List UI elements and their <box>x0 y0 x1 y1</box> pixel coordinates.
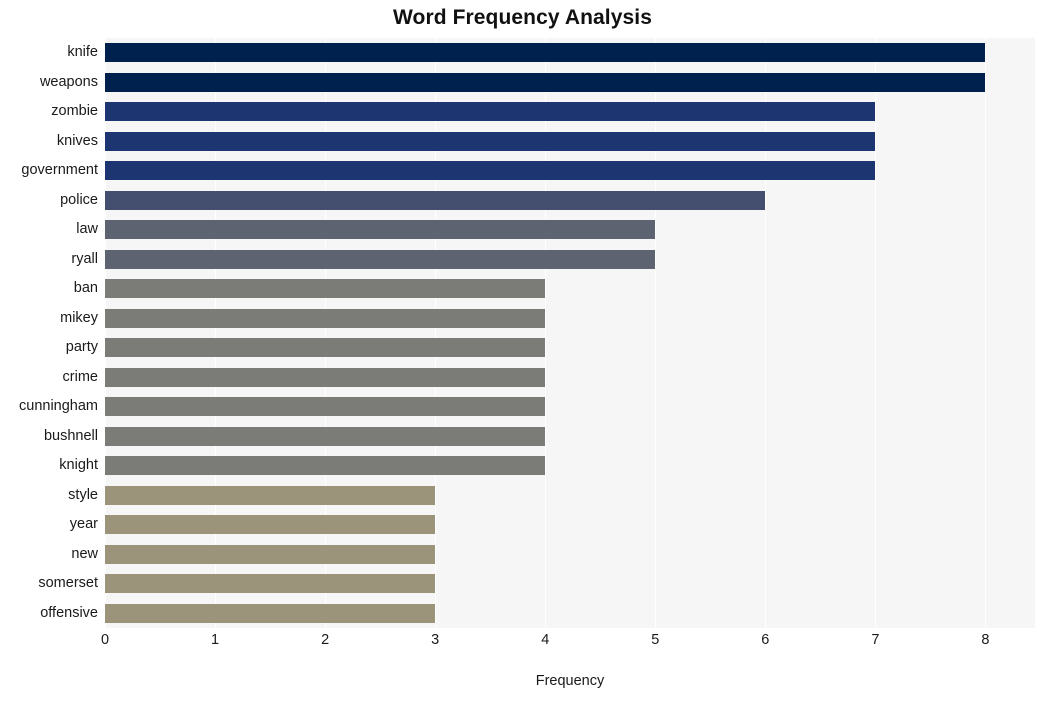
y-axis-label-year: year <box>69 516 98 533</box>
y-axis-label-mikey: mikey <box>60 309 98 326</box>
bar-cunningham[interactable] <box>105 397 546 417</box>
bar-somerset[interactable] <box>105 574 436 594</box>
bar-ban[interactable] <box>105 279 546 299</box>
y-axis-label-knight: knight <box>59 457 98 474</box>
bar-mikey[interactable] <box>105 308 546 328</box>
y-axis-label-knives: knives <box>56 132 98 149</box>
chart-title: Word Frequency Analysis <box>392 6 653 29</box>
plot-area <box>105 38 1035 628</box>
y-axis-label-ban: ban <box>73 280 98 297</box>
x-axis-tick-5: 5 <box>651 632 660 648</box>
y-axis-label-style: style <box>68 486 98 503</box>
bar-ryall[interactable] <box>105 249 656 269</box>
x-axis-tick-3: 3 <box>431 632 440 648</box>
bar-weapons[interactable] <box>105 72 986 92</box>
y-axis-label-bushnell: bushnell <box>43 427 98 444</box>
y-axis-label-government: government <box>21 162 98 179</box>
bar-government[interactable] <box>105 161 876 181</box>
bar-knight[interactable] <box>105 456 546 476</box>
y-axis-label-ryall: ryall <box>71 250 98 267</box>
chart-figure: Word Frequency Analysis knife weapons zomb… <box>0 0 1045 701</box>
y-axis-label-police: police <box>60 191 98 208</box>
bars-layer <box>105 38 1035 628</box>
bar-year[interactable] <box>105 515 436 535</box>
y-axis-label-weapons: weapons <box>39 73 98 90</box>
bar-knives[interactable] <box>105 131 876 151</box>
y-axis-labels: knife weapons zombie knives government police… <box>0 38 98 628</box>
x-axis-tick-6: 6 <box>761 632 770 648</box>
y-axis-label-offensive: offensive <box>40 604 98 621</box>
y-axis-label-law: law <box>76 221 98 238</box>
bar-police[interactable] <box>105 190 766 210</box>
bar-party[interactable] <box>105 338 546 358</box>
x-axis-tick-1: 1 <box>211 632 220 648</box>
bar-new[interactable] <box>105 544 436 564</box>
y-axis-label-crime: crime <box>62 368 98 385</box>
bar-bushnell[interactable] <box>105 426 546 446</box>
x-axis-tick-0: 0 <box>100 632 110 648</box>
bar-knife[interactable] <box>105 43 986 63</box>
bar-crime[interactable] <box>105 367 546 387</box>
x-axis-tick-labels: 0 1 2 3 4 5 6 7 8 <box>101 632 1035 658</box>
y-axis-label-somerset: somerset <box>38 575 98 592</box>
bar-offensive[interactable] <box>105 603 436 623</box>
bar-style[interactable] <box>105 485 436 505</box>
x-axis-title: Frequency <box>535 673 605 689</box>
x-axis-tick-7: 7 <box>871 632 880 648</box>
x-axis-tick-8: 8 <box>981 632 990 648</box>
y-axis-label-cunningham: cunningham <box>19 398 98 415</box>
y-axis-label-new: new <box>71 545 98 562</box>
x-axis-tick-2: 2 <box>321 632 330 648</box>
x-axis-tick-4: 4 <box>541 632 550 648</box>
y-axis-label-zombie: zombie <box>51 103 98 120</box>
y-axis-label-knife: knife <box>67 44 98 61</box>
bar-zombie[interactable] <box>105 102 876 122</box>
y-axis-label-party: party <box>65 339 98 356</box>
bar-law[interactable] <box>105 220 656 240</box>
